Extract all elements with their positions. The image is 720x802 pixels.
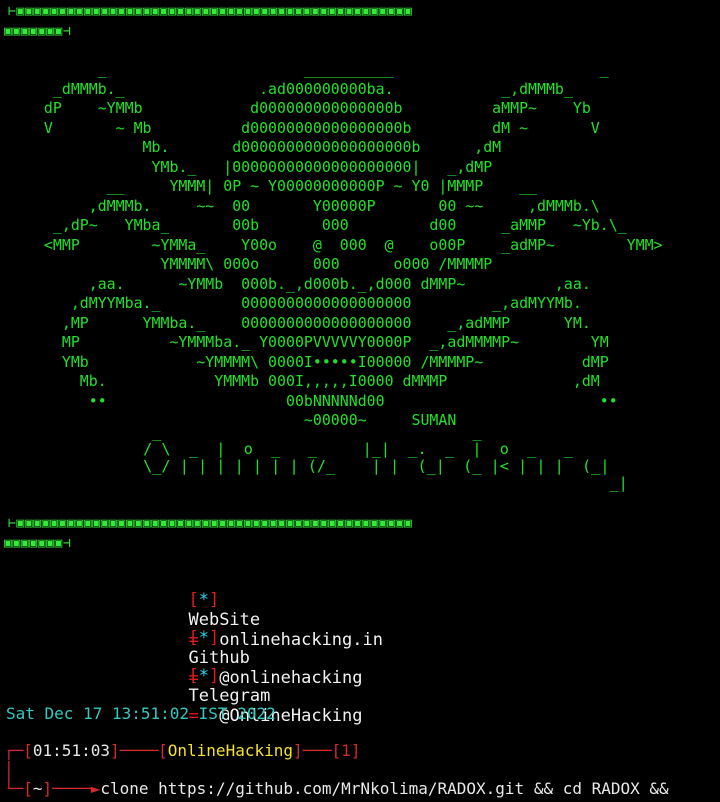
command-input[interactable]: clone https://github.com/MrNkolima/RADOX… [100, 779, 668, 798]
ascii-title-online-hacking: _ _ / \ _ | o _ _ |_| _. _ | o _ _ \_/ |… [143, 423, 628, 492]
date-line: Sat Dec 17 13:51:02 IST 2022 [6, 704, 276, 723]
prompt-connector: │ [4, 761, 14, 780]
bullet-star: * [198, 590, 209, 610]
mid-banner-row-1: ⊢▣▣▣▣▣▣▣▣▣▣▣▣▣▣▣▣▣▣▣▣▣▣▣▣▣▣▣▣▣▣▣▣▣▣▣▣▣▣▣… [8, 516, 413, 531]
bullet-star: * [198, 628, 209, 648]
info-label: Telegram [188, 686, 271, 706]
prompt-status: 1 [341, 741, 351, 760]
prompt-cwd: ~ [32, 779, 43, 798]
prompt-time: 01:51:03 [32, 741, 110, 760]
prompt-line-1: ┌─[01:51:03]────[OnlineHacking]───[1] [4, 741, 361, 760]
ascii-skull-art: _ __________ _ _dMMMb._ .ad000000000ba. … [43, 60, 663, 429]
top-banner-row-2: ▣▣▣▣▣▣▣⊣ [4, 24, 72, 39]
prompt-user: OnlineHacking [167, 741, 293, 760]
top-banner-row-1: ⊢▣▣▣▣▣▣▣▣▣▣▣▣▣▣▣▣▣▣▣▣▣▣▣▣▣▣▣▣▣▣▣▣▣▣▣▣▣▣▣… [8, 4, 413, 19]
prompt-line-2[interactable]: └─[~]────►clone https://github.com/MrNko… [4, 779, 669, 798]
mid-banner-row-2: ▣▣▣▣▣▣▣⊣ [4, 536, 72, 551]
bullet-star: * [198, 666, 209, 686]
